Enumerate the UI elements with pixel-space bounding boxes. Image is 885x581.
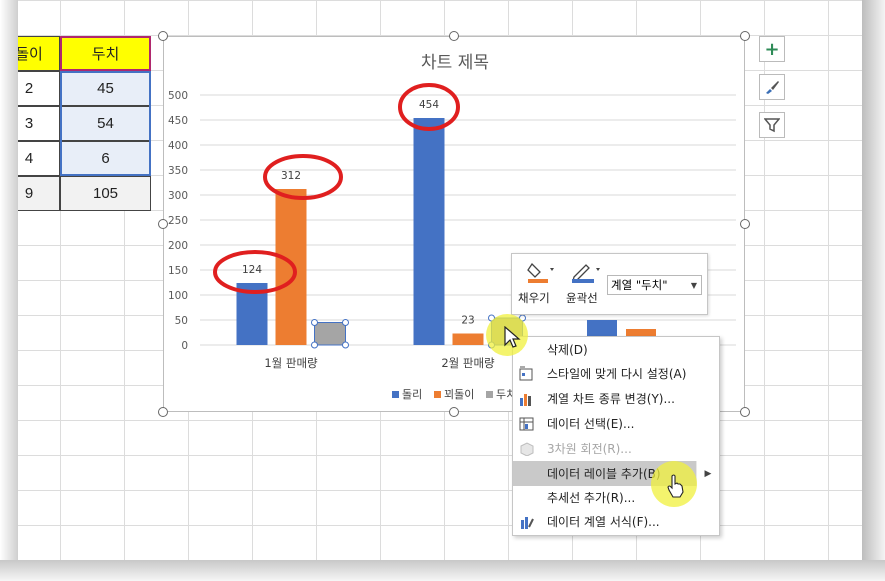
plus-icon: + (764, 38, 780, 60)
cell-b4[interactable]: 105 (60, 176, 151, 211)
resize-handle-b[interactable] (449, 407, 459, 417)
y-tick-label: 300 (168, 190, 188, 202)
y-tick-label: 400 (168, 140, 188, 152)
brush-icon (766, 81, 779, 94)
chart-styles-button[interactable] (759, 74, 785, 100)
series-selection-handle (311, 319, 318, 326)
category-label: 1월 판매량 (264, 356, 318, 370)
format-series-icon (521, 517, 534, 529)
data-label: 124 (242, 264, 262, 276)
series-selection-handle (311, 341, 318, 349)
category-label: 2월 판매량 (441, 356, 495, 370)
series-selection-handle (342, 341, 349, 349)
bar-돌리-2월 판매량[interactable] (413, 118, 445, 345)
y-tick-label: 50 (175, 315, 188, 327)
frame-shadow-bottom (0, 560, 885, 581)
resize-handle-tr[interactable] (740, 31, 750, 41)
paint-bucket-icon (527, 262, 554, 283)
y-tick-label: 100 (168, 290, 188, 302)
frame-shadow-left (0, 0, 18, 581)
fill-button[interactable] (526, 260, 554, 284)
data-label: 23 (461, 315, 474, 327)
menu-item-change-chart-type[interactable]: 계열 차트 종류 변경(Y)... (513, 386, 719, 411)
chart-title: 차트 제목 (421, 53, 489, 73)
cell-a2[interactable]: 3 (18, 106, 60, 141)
cell-a4[interactable]: 9 (18, 176, 60, 211)
fill-label: 채우기 (518, 291, 550, 305)
bar-두치-1월 판매량[interactable] (314, 322, 346, 346)
y-tick-label: 250 (168, 215, 188, 227)
y-tick-label: 350 (168, 165, 188, 177)
header-cell-a[interactable]: 돌이 (18, 36, 60, 71)
pen-icon (572, 264, 600, 283)
menu-item-format-series[interactable]: 데이터 계열 서식(F)... (513, 509, 719, 534)
legend-swatch-두치[interactable] (486, 391, 493, 398)
series-select[interactable]: 계열 "두치" ▼ (607, 275, 702, 295)
data-label: 454 (419, 99, 439, 111)
context-menu: 삭제(D) 스타일에 맞게 다시 설정(A) 계열 차트 종류 변경(Y)...… (512, 336, 720, 536)
bar-꾀돌이-2월 판매량[interactable] (452, 333, 484, 346)
hand-cursor-icon (667, 474, 684, 498)
legend-label: 돌리 (402, 388, 422, 401)
resize-handle-br[interactable] (740, 407, 750, 417)
range-selection (60, 71, 151, 176)
y-tick-label: 500 (168, 90, 188, 102)
cell-a1[interactable]: 2 (18, 71, 60, 106)
range-selection-header (60, 36, 151, 71)
series-selection-handle (342, 319, 349, 326)
y-tick-label: 150 (168, 265, 188, 277)
chart-filters-button[interactable] (759, 112, 785, 138)
mini-toolbar: 채우기 윤곽선 계열 "두치" ▼ (511, 253, 708, 315)
menu-item-select-data[interactable]: 데이터 선택(E)... (513, 411, 719, 436)
chart-type-icon (520, 394, 531, 406)
series-select-value: 계열 "두치" (611, 278, 668, 292)
rotate-3d-icon (520, 442, 534, 456)
menu-item-reset-style[interactable]: 스타일에 맞게 다시 설정(A) (513, 361, 719, 386)
select-data-icon (519, 417, 534, 431)
bar-꾀돌이-1월 판매량[interactable] (275, 189, 307, 345)
legend-swatch-꾀돌이[interactable] (434, 391, 441, 398)
legend-label: 꾀돌이 (444, 388, 474, 401)
menu-item-3d-rotation[interactable]: 3차원 회전(R)... (513, 436, 719, 461)
resize-handle-bl[interactable] (158, 407, 168, 417)
resize-handle-t[interactable] (449, 31, 459, 41)
arrow-cursor-icon (504, 326, 521, 348)
cell-a3[interactable]: 4 (18, 141, 60, 176)
chart-elements-button[interactable]: + (759, 36, 785, 62)
frame-shadow-right (862, 0, 885, 581)
outline-label: 윤곽선 (566, 291, 598, 305)
outline-button[interactable] (570, 260, 600, 284)
submenu-arrow-icon[interactable]: ▶ (696, 461, 719, 486)
chevron-down-icon: ▼ (690, 280, 697, 290)
y-tick-label: 450 (168, 115, 188, 127)
y-tick-label: 0 (181, 340, 188, 352)
resize-handle-l[interactable] (158, 219, 168, 229)
legend-swatch-돌리[interactable] (392, 391, 399, 398)
data-label: 312 (281, 170, 301, 182)
reset-style-icon (519, 366, 533, 381)
resize-handle-r[interactable] (740, 219, 750, 229)
filter-icon (764, 118, 780, 133)
y-tick-label: 200 (168, 240, 188, 252)
menu-item-delete[interactable]: 삭제(D) (513, 337, 719, 362)
resize-handle-tl[interactable] (158, 31, 168, 41)
